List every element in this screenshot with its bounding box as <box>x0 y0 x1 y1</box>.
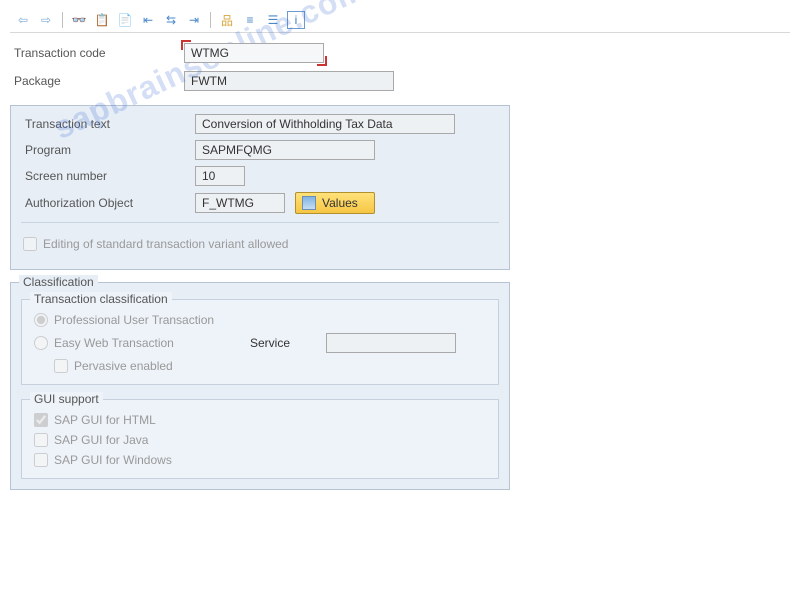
back-icon[interactable]: ⇦ <box>14 11 32 29</box>
gui-windows-row: SAP GUI for Windows <box>32 450 488 470</box>
pervasive-label: Pervasive enabled <box>74 359 173 373</box>
gui-html-row: SAP GUI for HTML <box>32 410 488 430</box>
package-row: Package <box>10 71 790 91</box>
transaction-code-label: Transaction code <box>14 46 184 60</box>
easy-web-radio-row: Easy Web Transaction Service <box>32 330 488 356</box>
pervasive-checkbox <box>54 359 68 373</box>
hierarchy-icon[interactable]: 品 <box>218 11 236 29</box>
pervasive-row: Pervasive enabled <box>32 356 488 376</box>
auth-object-input <box>195 193 285 213</box>
swap-icon[interactable]: ⇆ <box>162 11 180 29</box>
info-icon[interactable]: i <box>287 11 305 29</box>
service-input <box>326 333 456 353</box>
gui-support-group: GUI support SAP GUI for HTML SAP GUI for… <box>21 399 499 479</box>
gui-windows-checkbox <box>34 453 48 467</box>
screen-number-label: Screen number <box>25 169 195 183</box>
edit-variant-row: Editing of standard transaction variant … <box>21 231 499 257</box>
easy-web-radio <box>34 336 48 350</box>
gui-html-label: SAP GUI for HTML <box>54 413 156 427</box>
stack-icon[interactable]: ≡ <box>241 11 259 29</box>
package-label: Package <box>14 74 184 88</box>
values-button-label: Values <box>322 196 358 210</box>
values-button[interactable]: Values <box>295 192 375 214</box>
gui-windows-label: SAP GUI for Windows <box>54 453 172 467</box>
auth-object-label: Authorization Object <box>25 196 195 210</box>
professional-radio-row: Professional User Transaction <box>32 310 488 330</box>
edit-variant-label: Editing of standard transaction variant … <box>43 237 288 251</box>
glasses-icon[interactable]: 👓 <box>70 11 88 29</box>
gui-support-legend: GUI support <box>30 392 103 406</box>
edit-variant-checkbox <box>23 237 37 251</box>
gui-java-checkbox <box>34 433 48 447</box>
transaction-classification-group: Transaction classification Professional … <box>21 299 499 385</box>
program-label: Program <box>25 143 195 157</box>
transaction-text-label: Transaction text <box>25 117 195 131</box>
copy-icon[interactable]: 📋 <box>93 11 111 29</box>
transfer-left-icon[interactable]: ⇤ <box>139 11 157 29</box>
transfer-right-icon[interactable]: ⇥ <box>185 11 203 29</box>
professional-radio-label: Professional User Transaction <box>54 313 214 327</box>
transaction-text-input <box>195 114 455 134</box>
transaction-code-input[interactable] <box>184 43 324 63</box>
details-panel: Transaction text Program Screen number A… <box>10 105 510 270</box>
screen-number-input <box>195 166 245 186</box>
gui-html-checkbox <box>34 413 48 427</box>
forward-icon[interactable]: ⇨ <box>37 11 55 29</box>
classification-legend: Classification <box>19 275 98 289</box>
clipboard-icon[interactable]: 📄 <box>116 11 134 29</box>
list-icon[interactable]: ☰ <box>264 11 282 29</box>
program-input <box>195 140 375 160</box>
transaction-code-highlight <box>184 43 324 63</box>
gui-java-row: SAP GUI for Java <box>32 430 488 450</box>
package-input <box>184 71 394 91</box>
gui-java-label: SAP GUI for Java <box>54 433 148 447</box>
toolbar: ⇦ ⇨ 👓 📋 📄 ⇤ ⇆ ⇥ 品 ≡ ☰ i <box>10 8 790 33</box>
service-label: Service <box>250 336 320 350</box>
values-icon <box>302 196 316 210</box>
transaction-classification-legend: Transaction classification <box>30 292 172 306</box>
transaction-code-row: Transaction code <box>10 43 790 63</box>
easy-web-radio-label: Easy Web Transaction <box>54 336 244 350</box>
professional-radio <box>34 313 48 327</box>
classification-group: Classification Transaction classificatio… <box>10 282 510 490</box>
